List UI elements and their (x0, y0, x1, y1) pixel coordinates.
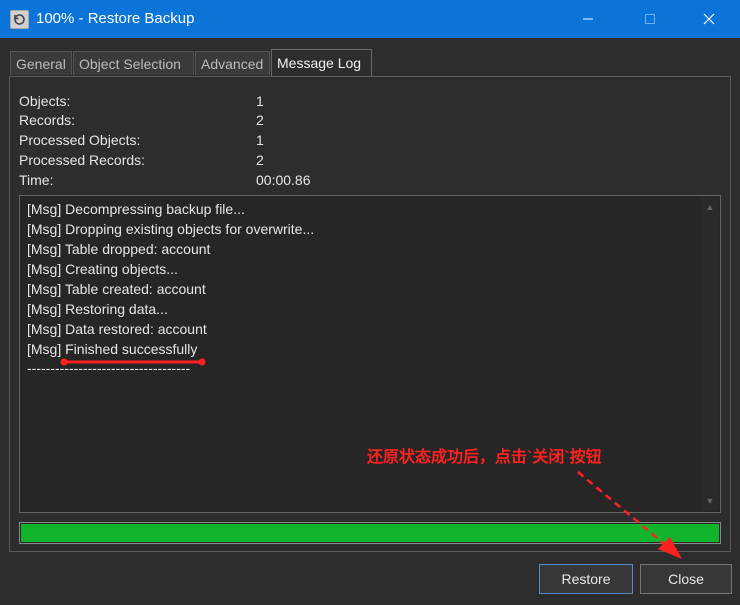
app-restore-icon (10, 10, 29, 29)
log-line: [Msg] Data restored: account (27, 321, 207, 337)
objects-value: 1 (256, 93, 264, 109)
records-label: Records: (19, 112, 76, 128)
log-line: [Msg] Creating objects... (27, 261, 178, 277)
close-icon (703, 13, 715, 25)
progress-bar (19, 522, 721, 544)
log-separator: ----------------------------------- (27, 360, 191, 376)
minimize-button[interactable] (565, 0, 611, 38)
restore-button[interactable]: Restore (539, 564, 633, 594)
annotation-text: 还原状态成功后，点击`关闭`按钮 (367, 449, 602, 466)
log-scrollbar[interactable]: ▲ ▼ (701, 197, 719, 511)
processed-objects-label: Processed Objects: (19, 132, 141, 148)
maximize-button[interactable] (627, 0, 673, 38)
processed-objects-value: 1 (256, 132, 264, 148)
window-title: 100% - Restore Backup (36, 10, 195, 27)
tab-message-log[interactable]: Message Log (271, 49, 372, 76)
log-line-finished: [Msg] Finished successfully (27, 341, 198, 357)
window-close-button[interactable] (686, 0, 732, 38)
tab-advanced[interactable]: Advanced (195, 51, 270, 75)
close-button[interactable]: Close (640, 564, 732, 594)
maximize-icon (645, 14, 655, 24)
minimize-icon (583, 18, 593, 20)
log-line: [Msg] Restoring data... (27, 301, 168, 317)
time-label: Time: (19, 172, 54, 188)
log-line: [Msg] Dropping existing objects for over… (27, 221, 315, 237)
log-line: [Msg] Decompressing backup file... (27, 201, 245, 217)
records-value: 2 (256, 112, 264, 128)
tab-object-selection[interactable]: Object Selection (73, 51, 194, 75)
log-line: [Msg] Table dropped: account (27, 241, 211, 257)
progress-fill (21, 524, 719, 542)
processed-records-label: Processed Records: (19, 152, 146, 168)
objects-label: Objects: (19, 93, 71, 109)
title-bar[interactable]: 100% - Restore Backup (0, 0, 740, 38)
scroll-up-icon[interactable]: ▲ (701, 199, 719, 215)
scroll-down-icon[interactable]: ▼ (701, 493, 719, 509)
processed-records-value: 2 (256, 152, 264, 168)
log-line: [Msg] Table created: account (27, 281, 206, 297)
tab-general[interactable]: General (10, 51, 72, 75)
time-value: 00:00.86 (256, 172, 311, 188)
